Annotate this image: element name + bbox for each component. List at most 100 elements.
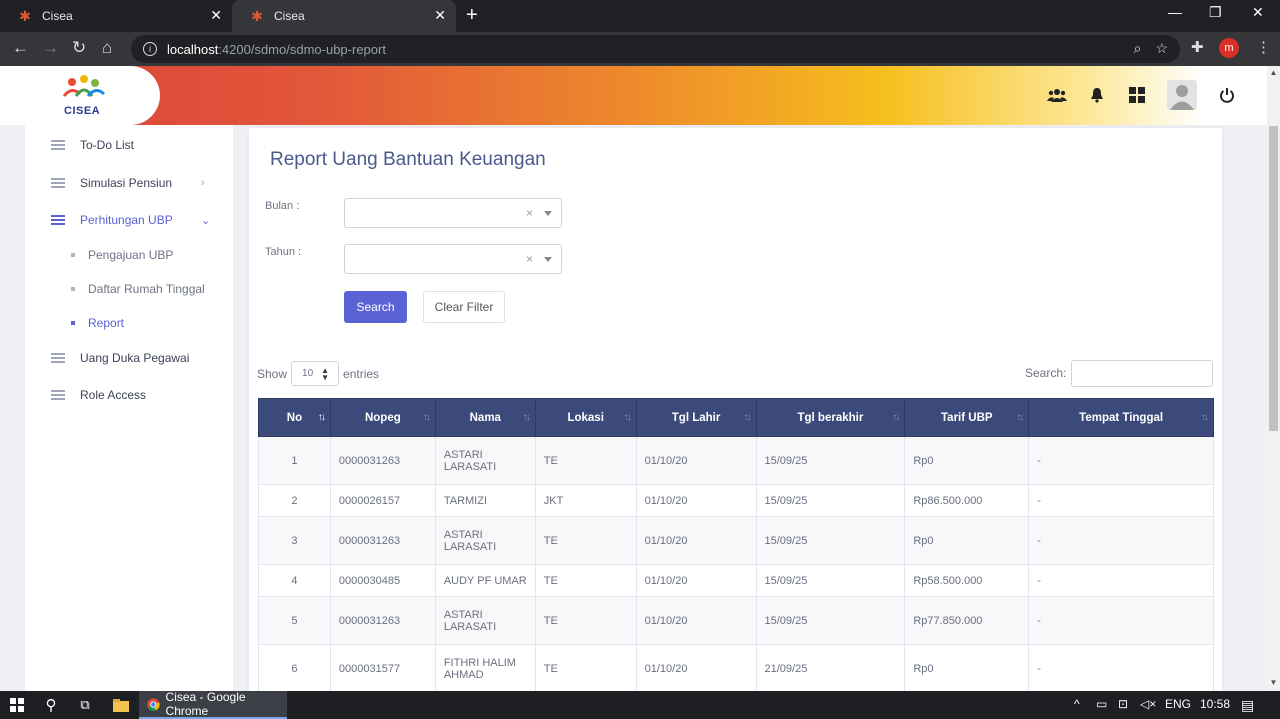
sidebar-subitem-daftar-rumah-tinggal[interactable]: Daftar Rumah Tinggal <box>25 274 233 304</box>
battery-icon[interactable]: ▭ <box>1096 697 1107 711</box>
search-button[interactable]: Search <box>344 291 407 323</box>
new-tab-icon[interactable]: + <box>466 4 478 27</box>
list-icon <box>51 140 65 150</box>
network-icon[interactable]: ⊡ <box>1118 697 1128 711</box>
entries-value: 10 <box>302 368 314 379</box>
windows-start-icon[interactable] <box>0 691 34 719</box>
cell-tgl-lahir: 01/10/20 <box>635 484 757 517</box>
sort-icon: ↑↓ <box>743 412 752 423</box>
page-title: Report Uang Bantuan Keuangan <box>270 149 546 170</box>
close-tab-icon[interactable]: ✕ <box>434 7 446 24</box>
grid-icon[interactable] <box>1127 85 1147 105</box>
list-icon <box>51 178 65 188</box>
bulan-select[interactable]: × <box>344 198 562 228</box>
bell-icon[interactable] <box>1087 85 1107 105</box>
cell-lokasi: TE <box>534 596 637 645</box>
cell-no: 1 <box>258 436 331 485</box>
cell-tarif-ubp: Rp58.500.000 <box>904 564 1030 597</box>
column-header-tempat-tinggal[interactable]: Tempat Tinggal ↑↓ <box>1028 398 1214 437</box>
cell-tarif-ubp: Rp0 <box>904 644 1030 693</box>
column-header-lokasi[interactable]: Lokasi ↑↓ <box>534 398 637 437</box>
report-card: Report Uang Bantuan Keuangan Bulan : × T… <box>249 128 1222 698</box>
info-icon[interactable]: i <box>143 42 157 56</box>
minimize-icon[interactable]: — <box>1168 4 1182 20</box>
column-header-no[interactable]: No ↑↓ <box>258 398 331 437</box>
cell-tarif-ubp: Rp77.850.000 <box>904 596 1030 645</box>
profile-avatar[interactable]: m <box>1219 38 1239 58</box>
notifications-icon[interactable]: ▤ <box>1241 697 1254 714</box>
volume-mute-icon[interactable]: ◁× <box>1140 697 1156 711</box>
window-close-icon[interactable]: ✕ <box>1252 4 1264 21</box>
clear-selection-icon[interactable]: × <box>526 206 533 220</box>
tahun-label: Tahun : <box>265 246 302 258</box>
sidebar-item-todo[interactable]: To-Do List <box>25 127 233 163</box>
column-header-tarif-ubp[interactable]: Tarif UBP ↑↓ <box>904 398 1030 437</box>
cell-lokasi: TE <box>534 564 637 597</box>
column-header-tgl-lahir[interactable]: Tgl Lahir ↑↓ <box>635 398 757 437</box>
task-view-icon[interactable]: ⧉ <box>72 691 98 719</box>
sidebar-item-uang-duka[interactable]: Uang Duka Pegawai <box>25 340 233 376</box>
scrollbar-thumb[interactable] <box>1269 126 1278 431</box>
extensions-icon[interactable]: ✚ <box>1191 38 1204 56</box>
cell-nopeg: 0000030485 <box>329 564 436 597</box>
back-icon[interactable]: ← <box>12 38 29 58</box>
reload-icon[interactable]: ↻ <box>72 38 86 58</box>
browser-tab-1[interactable]: ✱ Cisea ✕ <box>0 0 232 32</box>
scroll-down-arrow-icon[interactable]: ▼ <box>1267 678 1280 690</box>
user-avatar[interactable] <box>1167 80 1197 110</box>
sidebar-subitem-label: Pengajuan UBP <box>88 248 174 262</box>
table-search-input[interactable] <box>1071 360 1213 387</box>
menu-dots-icon[interactable]: ⋮ <box>1256 38 1271 56</box>
clock[interactable]: 10:58 <box>1200 697 1230 711</box>
restore-icon[interactable]: ❐ <box>1209 4 1222 21</box>
sidebar-item-role-access[interactable]: Role Access <box>25 377 233 413</box>
sidebar-subitem-pengajuan-ubp[interactable]: Pengajuan UBP <box>25 240 233 270</box>
cell-tgl-lahir: 01/10/20 <box>635 644 757 693</box>
search-icon[interactable]: ⚲ <box>38 691 64 719</box>
sidebar-item-perhitungan-ubp[interactable]: Perhitungan UBP ⌄ <box>25 202 233 238</box>
scroll-up-arrow-icon[interactable]: ▲ <box>1267 68 1280 80</box>
tray-chevron-icon[interactable]: ^ <box>1074 697 1080 711</box>
sidebar-item-simulasi-pensiun[interactable]: Simulasi Pensiun › <box>25 165 233 201</box>
cell-nopeg: 0000031263 <box>329 516 436 565</box>
address-bar[interactable]: i localhost:4200/sdmo/sdmo-ubp-report ⌕ … <box>131 35 1180 63</box>
taskbar-chrome-button[interactable]: Cisea - Google Chrome <box>139 690 287 719</box>
close-tab-icon[interactable]: ✕ <box>210 7 222 24</box>
column-header-tgl-berakhir[interactable]: Tgl berakhir ↑↓ <box>755 398 906 437</box>
taskbar-chrome-label: Cisea - Google Chrome <box>165 690 246 718</box>
power-icon[interactable] <box>1217 85 1237 105</box>
tahun-select[interactable]: × <box>344 244 562 274</box>
clear-filter-button[interactable]: Clear Filter <box>423 291 505 323</box>
sort-icon: ↑↓ <box>522 412 531 423</box>
column-header-nopeg[interactable]: Nopeg ↑↓ <box>329 398 436 437</box>
cell-tempat-tinggal: - <box>1028 484 1214 517</box>
bullet-icon <box>71 253 75 257</box>
cell-nopeg: 0000031577 <box>329 644 436 693</box>
dropdown-caret-icon[interactable] <box>544 211 552 216</box>
forward-icon[interactable]: → <box>42 38 59 58</box>
users-icon[interactable] <box>1047 85 1067 105</box>
sidebar: To-Do List Simulasi Pensiun › Perhitunga… <box>25 125 233 691</box>
sidebar-item-label: To-Do List <box>80 138 135 152</box>
cell-lokasi: TE <box>534 436 637 485</box>
dropdown-caret-icon[interactable] <box>544 257 552 262</box>
os-taskbar: ⚲ ⧉ Cisea - Google Chrome ^ ▭ ⊡ ◁× ENG 1… <box>0 690 1280 719</box>
cell-tarif-ubp: Rp0 <box>904 436 1030 485</box>
table-row: 3 0000031263 ASTARI LARASATI TE 01/10/20 15/0… <box>258 516 1214 565</box>
column-header-nama[interactable]: Nama ↑↓ <box>434 398 536 437</box>
zoom-icon[interactable]: ⌕ <box>1134 40 1142 57</box>
cisea-logo-icon[interactable] <box>58 74 108 104</box>
cell-tgl-berakhir: 15/09/25 <box>755 596 906 645</box>
cell-nama: TARMIZI <box>434 484 536 517</box>
bookmark-star-icon[interactable]: ☆ <box>1155 40 1168 57</box>
entries-select[interactable]: 10 ▲ ▼ <box>291 361 340 386</box>
sidebar-subitem-report[interactable]: Report <box>25 308 233 338</box>
sidebar-item-label: Role Access <box>80 388 147 402</box>
file-explorer-icon[interactable] <box>108 691 134 719</box>
browser-tab-2[interactable]: ✱ Cisea ✕ <box>232 0 456 32</box>
cell-no: 5 <box>258 596 331 645</box>
clear-selection-icon[interactable]: × <box>526 252 533 266</box>
home-icon[interactable]: ⌂ <box>102 38 112 58</box>
language-indicator[interactable]: ENG <box>1165 697 1191 711</box>
page-scrollbar[interactable]: ▲ ▼ <box>1267 66 1280 691</box>
